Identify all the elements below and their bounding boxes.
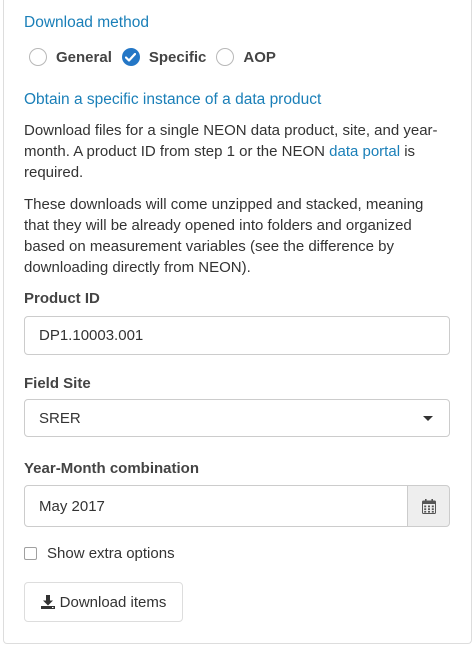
extra-options-label: Show extra options [47,545,175,562]
section-description: Download files for a single NEON data pr… [24,120,444,183]
section-heading: Obtain a specific instance of a data pro… [24,91,322,108]
stacked-downloads-note: These downloads will come unzipped and s… [24,196,424,276]
radio-circle-specific[interactable] [121,48,140,66]
field-site-label: Field Site [24,375,91,392]
product-id-label: Product ID [24,290,100,307]
radio-aop[interactable]: AOP [216,48,276,66]
download-icon [40,595,55,609]
product-id-value: DP1.10003.001 [39,327,144,344]
radio-circle-aop[interactable] [216,48,235,66]
year-month-input[interactable]: May 2017 [24,485,408,527]
download-method-radio-group: General Specific AOP [29,46,286,68]
radio-label-aop: AOP [243,48,276,66]
year-month-label: Year-Month combination [24,460,200,477]
product-id-input[interactable]: DP1.10003.001 [24,316,450,355]
caret-down-icon [423,416,433,421]
calendar-icon [421,498,436,514]
radio-circle-general[interactable] [29,48,47,66]
download-items-button[interactable]: Download items [24,582,183,622]
year-month-value: May 2017 [39,497,105,515]
extra-options-toggle[interactable]: Show extra options [24,545,175,562]
radio-specific[interactable]: Specific [121,48,207,66]
radio-label-general: General [56,48,112,66]
download-items-label: Download items [59,593,167,611]
download-method-heading: Download method [24,14,149,31]
check-icon [125,52,137,62]
data-portal-link[interactable]: data portal [329,143,400,160]
field-site-select[interactable]: SRER [24,399,450,437]
extra-options-checkbox[interactable] [24,547,37,560]
radio-general[interactable]: General [29,48,112,66]
radio-label-specific: Specific [148,48,207,66]
field-site-value: SRER [39,409,81,427]
calendar-button[interactable] [407,485,450,527]
year-month-date-group: May 2017 [24,485,450,527]
